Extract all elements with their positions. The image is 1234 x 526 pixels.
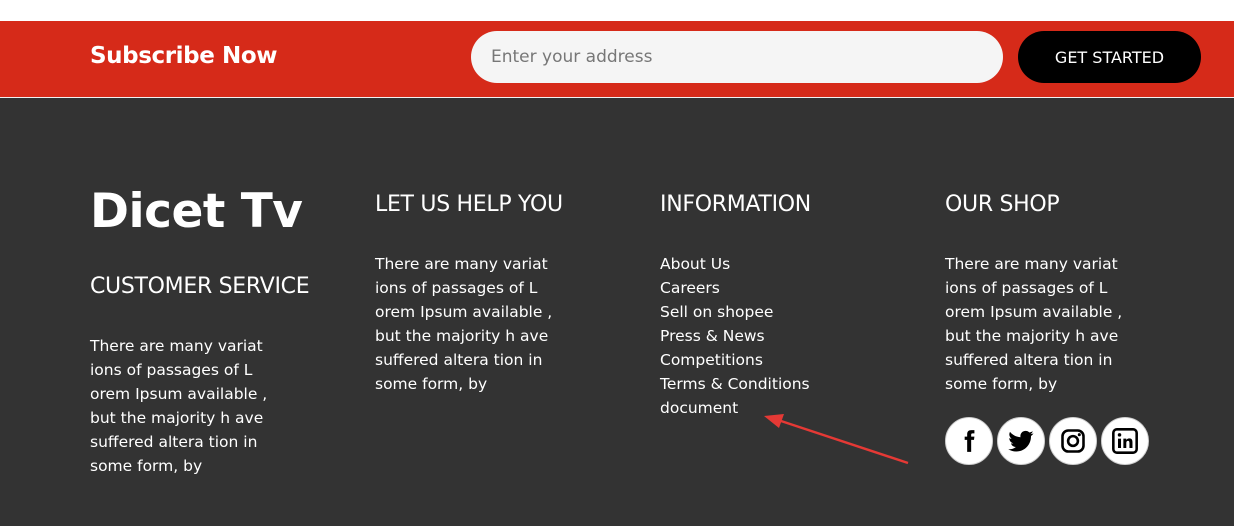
text-line: ions of passages of L — [945, 279, 1108, 297]
text-line: suffered altera tion in — [375, 351, 543, 369]
text-line: There are many variat — [375, 255, 548, 273]
brand-logo: Dicet Tv — [90, 184, 303, 239]
text-line: ions of passages of L — [90, 361, 253, 379]
information-heading: INFORMATION — [660, 192, 811, 217]
get-started-button[interactable]: GET STARTED — [1018, 31, 1201, 83]
text-line: There are many variat — [90, 337, 263, 355]
customer-service-heading: CUSTOMER SERVICE — [90, 274, 310, 299]
linkedin-icon[interactable] — [1101, 417, 1149, 465]
help-text: There are many variat ions of passages o… — [375, 252, 552, 396]
twitter-icon[interactable] — [997, 417, 1045, 465]
text-line: some form, by — [945, 375, 1058, 393]
text-line: orem Ipsum available , — [945, 303, 1123, 321]
text-line: suffered altera tion in — [945, 351, 1113, 369]
social-links — [945, 417, 1149, 465]
facebook-icon[interactable] — [945, 417, 993, 465]
text-line: but the majority h ave — [90, 409, 264, 427]
footer: Dicet Tv CUSTOMER SERVICE There are many… — [0, 98, 1234, 526]
link-press-news[interactable]: Press & News — [660, 327, 765, 345]
customer-service-text: There are many variat ions of passages o… — [90, 334, 267, 478]
text-line: ions of passages of L — [375, 279, 538, 297]
subscribe-bar: Subscribe Now GET STARTED — [0, 21, 1234, 97]
shop-heading: OUR SHOP — [945, 192, 1060, 217]
link-careers[interactable]: Careers — [660, 279, 720, 297]
link-competitions[interactable]: Competitions — [660, 351, 763, 369]
shop-text: There are many variat ions of passages o… — [945, 252, 1122, 396]
link-about-us[interactable]: About Us — [660, 255, 730, 273]
link-terms-conditions[interactable]: Terms & Conditions — [660, 375, 810, 393]
text-line: some form, by — [90, 457, 203, 475]
subscribe-title: Subscribe Now — [90, 43, 278, 69]
text-line: suffered altera tion in — [90, 433, 258, 451]
link-sell-on-shopee[interactable]: Sell on shopee — [660, 303, 773, 321]
information-links: About Us Careers Sell on shopee Press & … — [660, 252, 810, 420]
text-line: orem Ipsum available , — [90, 385, 268, 403]
text-line: but the majority h ave — [375, 327, 549, 345]
text-line: some form, by — [375, 375, 488, 393]
text-line: but the majority h ave — [945, 327, 1119, 345]
text-line: There are many variat — [945, 255, 1118, 273]
email-address-input[interactable] — [471, 31, 1003, 83]
help-heading: LET US HELP YOU — [375, 192, 563, 217]
instagram-icon[interactable] — [1049, 417, 1097, 465]
top-spacer — [0, 0, 1234, 21]
text-line: orem Ipsum available , — [375, 303, 553, 321]
link-document[interactable]: document — [660, 399, 738, 417]
